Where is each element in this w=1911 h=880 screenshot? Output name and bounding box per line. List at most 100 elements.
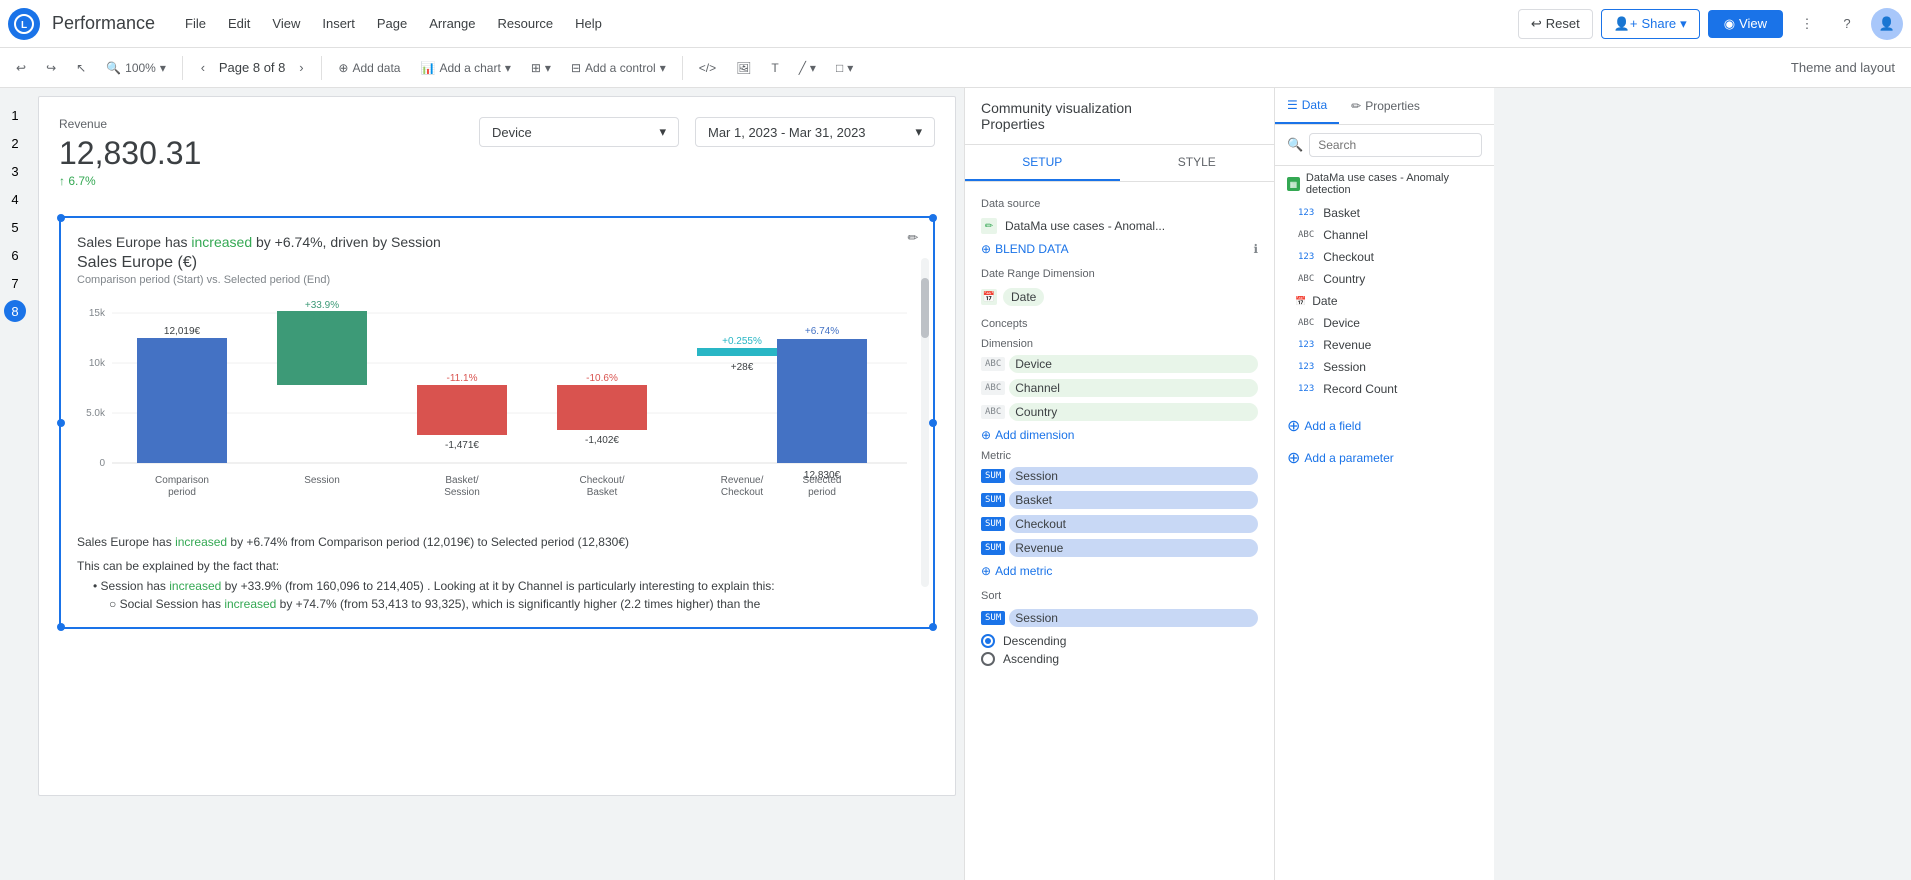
- redo-button[interactable]: ↪: [38, 57, 64, 79]
- tab-data[interactable]: ☰ Data: [1275, 88, 1339, 124]
- info-icon: ℹ: [1253, 242, 1258, 256]
- view-button[interactable]: ◉ View: [1708, 10, 1783, 38]
- prev-page-button[interactable]: ‹: [191, 56, 215, 80]
- svg-text:Session: Session: [304, 475, 340, 486]
- selection-handle-bl[interactable]: [57, 623, 65, 631]
- page-num-4[interactable]: 4: [4, 188, 26, 210]
- reset-button[interactable]: ↩ Reset: [1518, 9, 1593, 39]
- zoom-tool[interactable]: 🔍 100% ▾: [98, 57, 174, 79]
- session-metric[interactable]: Session: [1009, 467, 1258, 485]
- add-control-button[interactable]: ⊟ Add a control ▾: [563, 57, 674, 79]
- svg-text:-10.6%: -10.6%: [586, 373, 618, 384]
- add-data-button[interactable]: ⊕ Add data: [330, 57, 408, 79]
- summary-text: Sales Europe has increased by +6.74% fro…: [77, 533, 917, 551]
- ascending-option[interactable]: Ascending: [981, 652, 1258, 666]
- theme-layout-button[interactable]: Theme and layout: [1783, 56, 1903, 79]
- svg-text:15k: 15k: [89, 308, 106, 319]
- menu-page[interactable]: Page: [367, 12, 417, 35]
- help-icon-button[interactable]: ?: [1831, 8, 1863, 40]
- edit-icon[interactable]: ✏: [901, 226, 925, 250]
- menu-arrange[interactable]: Arrange: [419, 12, 485, 35]
- sort-label: Sort: [965, 582, 1274, 606]
- add-parameter-button[interactable]: ⊕ Add a parameter: [1275, 444, 1494, 472]
- scrollbar[interactable]: [921, 258, 929, 587]
- tab-properties[interactable]: ✏ Properties: [1339, 88, 1432, 124]
- selection-handle-br[interactable]: [929, 623, 937, 631]
- scrollbar-thumb[interactable]: [921, 278, 929, 338]
- basket-metric[interactable]: Basket: [1009, 491, 1258, 509]
- shape-button[interactable]: □ ▾: [828, 57, 861, 79]
- add-field-button[interactable]: ⊕ Add a field: [1275, 408, 1494, 444]
- edit-pencil-icon[interactable]: ✏: [981, 218, 997, 234]
- next-page-button[interactable]: ›: [289, 56, 313, 80]
- selection-handle-tr[interactable]: [929, 214, 937, 222]
- panel-title: Community visualization Properties: [981, 100, 1258, 132]
- selection-handle-ml[interactable]: [57, 419, 65, 427]
- descending-radio[interactable]: [981, 634, 995, 648]
- page-num-3[interactable]: 3: [4, 160, 26, 182]
- separator-1: [182, 56, 183, 80]
- selection-handle-tl[interactable]: [57, 214, 65, 222]
- data-source-label: Data source: [965, 190, 1274, 214]
- avatar[interactable]: 👤: [1871, 8, 1903, 40]
- page-num-1[interactable]: 1: [4, 104, 26, 126]
- device-filter[interactable]: Device ▾: [479, 117, 679, 147]
- revenue-metric[interactable]: Revenue: [1009, 539, 1258, 557]
- app-title: Performance: [52, 13, 155, 34]
- country-dimension[interactable]: Country: [1009, 403, 1258, 421]
- chart-icon: 📊: [420, 61, 435, 75]
- page-num-5[interactable]: 5: [4, 216, 26, 238]
- undo-icon: ↩: [16, 61, 26, 75]
- field-country: ABC Country: [1275, 268, 1494, 290]
- share-button[interactable]: 👤+ Share ▾: [1601, 9, 1700, 39]
- top-actions: ↩ Reset 👤+ Share ▾ ◉ View ⋮ ? 👤: [1518, 8, 1903, 40]
- sort-session: SUM Session: [965, 606, 1274, 630]
- field-revenue: 123 Revenue: [1275, 334, 1494, 356]
- code-button[interactable]: </>: [691, 57, 724, 79]
- sum-badge: SUM: [981, 493, 1005, 507]
- date-filter[interactable]: Mar 1, 2023 - Mar 31, 2023 ▾: [695, 117, 935, 147]
- menu-view[interactable]: View: [262, 12, 310, 35]
- add-chart-button[interactable]: 📊 Add a chart ▾: [412, 57, 518, 79]
- menu-help[interactable]: Help: [565, 12, 612, 35]
- checkout-metric[interactable]: Checkout: [1009, 515, 1258, 533]
- line-button[interactable]: ╱ ▾: [791, 57, 824, 79]
- menu-insert[interactable]: Insert: [312, 12, 365, 35]
- redo-icon: ↪: [46, 61, 56, 75]
- abc-badge: ABC: [1295, 317, 1317, 329]
- page-num-2[interactable]: 2: [4, 132, 26, 154]
- sort-order-group: Descending Ascending: [965, 630, 1274, 670]
- page-num-6[interactable]: 6: [4, 244, 26, 266]
- field-device: ABC Device: [1275, 312, 1494, 334]
- add-table-button[interactable]: ⊞ ▾: [523, 57, 559, 79]
- tab-style[interactable]: STYLE: [1120, 145, 1275, 181]
- select-tool[interactable]: ↖: [68, 57, 94, 79]
- search-input[interactable]: [1309, 133, 1482, 157]
- waterfall-chart: 15k 10k 5.0k 0 12,019€: [77, 298, 917, 518]
- add-metric-button[interactable]: ⊕ Add metric: [965, 560, 1274, 582]
- selection-handle-mr[interactable]: [929, 419, 937, 427]
- page-num-7[interactable]: 7: [4, 272, 26, 294]
- sort-metric[interactable]: Session: [1009, 609, 1258, 627]
- svg-text:Comparison: Comparison: [155, 475, 209, 486]
- dimension-label: Dimension: [965, 334, 1274, 352]
- page-document: Revenue 12,830.31 ↑ 6.7% Device ▾ Mar 1,…: [38, 96, 956, 796]
- text-button[interactable]: T: [763, 57, 786, 79]
- share-icon: 👤+: [1614, 16, 1638, 32]
- channel-dimension[interactable]: Channel: [1009, 379, 1258, 397]
- page-num-8[interactable]: 8: [4, 300, 26, 322]
- device-dimension[interactable]: Device: [1009, 355, 1258, 373]
- tab-setup[interactable]: SETUP: [965, 145, 1120, 181]
- add-dimension-button[interactable]: ⊕ Add dimension: [965, 424, 1274, 446]
- metric-revenue: SUM Revenue: [965, 536, 1274, 560]
- menu-resource[interactable]: Resource: [488, 12, 564, 35]
- menu-file[interactable]: File: [175, 12, 216, 35]
- descending-option[interactable]: Descending: [981, 634, 1258, 648]
- image-button[interactable]: 🖼: [728, 57, 759, 79]
- chevron-down-icon: ▾: [847, 61, 853, 75]
- undo-button[interactable]: ↩: [8, 57, 34, 79]
- menu-edit[interactable]: Edit: [218, 12, 260, 35]
- blend-data-button[interactable]: ⊕ BLEND DATA ℹ: [965, 238, 1274, 260]
- ascending-radio[interactable]: [981, 652, 995, 666]
- more-options-button[interactable]: ⋮: [1791, 8, 1823, 40]
